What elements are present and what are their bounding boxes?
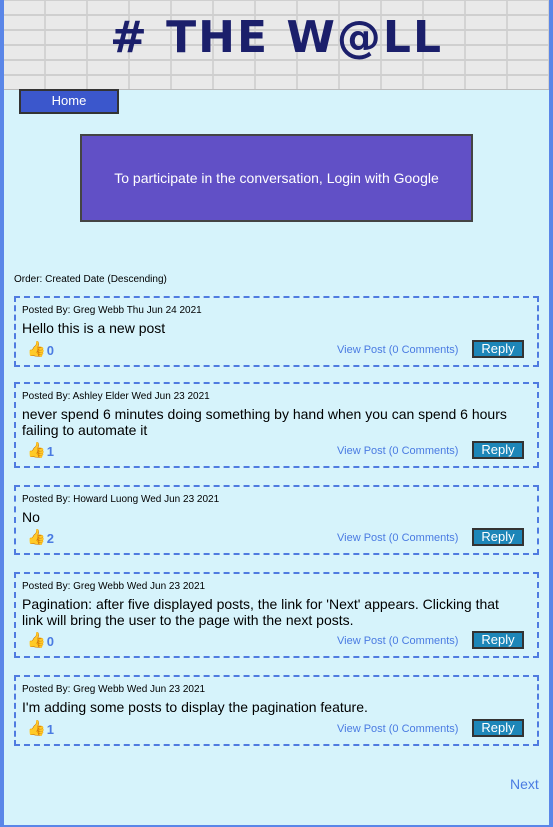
like-count: 1	[46, 721, 54, 737]
next-page-link[interactable]: Next	[510, 776, 539, 792]
post-meta: Posted By: Greg Webb Thu Jun 24 2021	[22, 305, 202, 316]
like-count: 2	[46, 530, 54, 546]
header-banner: # THE W@LL	[4, 0, 549, 90]
like-button[interactable]: 👍 0	[27, 341, 54, 359]
thumbs-up-icon[interactable]: 👍	[27, 720, 46, 738]
like-button[interactable]: 👍 1	[27, 442, 54, 460]
like-count: 1	[46, 443, 54, 459]
post-body: Hello this is a new post	[22, 320, 166, 336]
thumbs-up-icon[interactable]: 👍	[27, 632, 46, 650]
post-meta: Posted By: Ashley Elder Wed Jun 23 2021	[22, 391, 210, 402]
post-body: Pagination: after five displayed posts, …	[22, 596, 499, 628]
post-card: Posted By: Ashley Elder Wed Jun 23 2021 …	[14, 382, 539, 468]
site-title: # THE W@LL	[109, 12, 443, 63]
reply-button[interactable]: Reply	[472, 719, 524, 737]
sort-order-label: Order: Created Date (Descending)	[14, 274, 167, 285]
reply-button[interactable]: Reply	[472, 340, 524, 358]
reply-button[interactable]: Reply	[472, 631, 524, 649]
view-post-link[interactable]: View Post (0 Comments)	[337, 344, 458, 356]
view-post-link[interactable]: View Post (0 Comments)	[337, 635, 458, 647]
like-button[interactable]: 👍 0	[27, 632, 54, 650]
view-post-link[interactable]: View Post (0 Comments)	[337, 445, 458, 457]
like-button[interactable]: 👍 1	[27, 720, 54, 738]
post-body: I'm adding some posts to display the pag…	[22, 699, 368, 715]
view-post-link[interactable]: View Post (0 Comments)	[337, 532, 458, 544]
post-card: Posted By: Greg Webb Wed Jun 23 2021 I'm…	[14, 675, 539, 746]
post-meta: Posted By: Greg Webb Wed Jun 23 2021	[22, 581, 206, 592]
like-button[interactable]: 👍 2	[27, 529, 54, 547]
reply-button[interactable]: Reply	[472, 441, 524, 459]
post-body: No	[22, 509, 40, 525]
login-with-google-button[interactable]: To participate in the conversation, Logi…	[80, 134, 473, 222]
post-card: Posted By: Howard Luong Wed Jun 23 2021 …	[14, 485, 539, 555]
like-count: 0	[46, 633, 54, 649]
thumbs-up-icon[interactable]: 👍	[27, 442, 46, 460]
post-body: never spend 6 minutes doing something by…	[22, 406, 507, 438]
view-post-link[interactable]: View Post (0 Comments)	[337, 723, 458, 735]
like-count: 0	[46, 342, 54, 358]
post-card: Posted By: Greg Webb Thu Jun 24 2021 Hel…	[14, 296, 539, 367]
thumbs-up-icon[interactable]: 👍	[27, 341, 46, 359]
post-meta: Posted By: Greg Webb Wed Jun 23 2021	[22, 684, 206, 695]
reply-button[interactable]: Reply	[472, 528, 524, 546]
thumbs-up-icon[interactable]: 👍	[27, 529, 46, 547]
post-meta: Posted By: Howard Luong Wed Jun 23 2021	[22, 494, 220, 505]
post-card: Posted By: Greg Webb Wed Jun 23 2021 Pag…	[14, 572, 539, 658]
home-button[interactable]: Home	[19, 89, 119, 114]
